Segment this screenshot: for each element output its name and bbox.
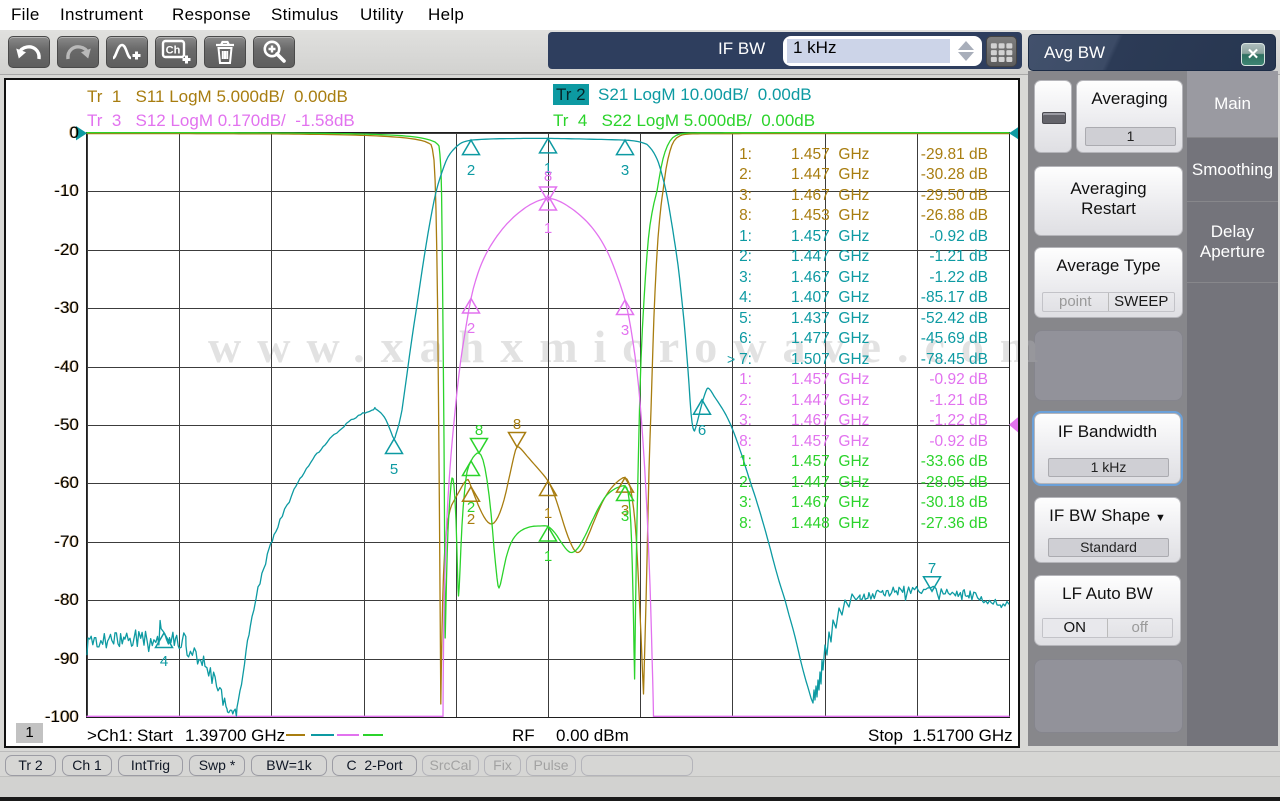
svg-text:Ch: Ch xyxy=(166,45,181,57)
